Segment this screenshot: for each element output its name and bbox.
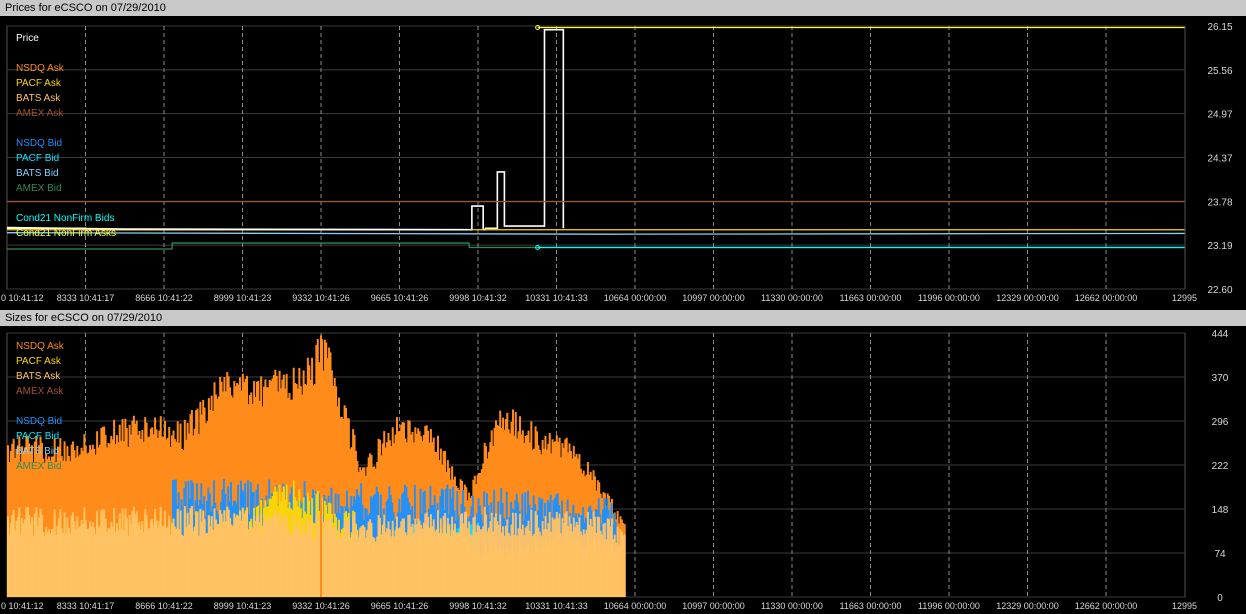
x-tick-label: 12662 00:00:00 [1075,601,1138,611]
legend-pacf-bid: PACF Bid [16,431,59,442]
x-tick-label: 11663 00:00:00 [840,293,902,303]
y-tick-label: 24.97 [1207,110,1232,121]
y-tick-label: 222 [1212,461,1229,472]
legend-amex-ask: AMEX Ask [16,386,64,397]
y-tick-label: 444 [1212,329,1229,340]
y-tick-label: 22.60 [1207,285,1232,296]
legend-cond21-nonfirm-asks: Cond21 NonFirm Asks [16,228,116,239]
legend-price: Price [16,33,39,44]
x-tick-label: 11663 00:00:00 [840,601,902,611]
x-tick-label: 10331 10:41:33 [525,601,588,611]
x-tick-label: 11330 00:00:00 [761,601,823,611]
legend-nsdq-ask: NSDQ Ask [16,341,65,352]
bar-nsdq-ask-peak [320,335,322,597]
x-tick-label: 0 10:41:12 [1,293,44,303]
y-tick-label: 23.78 [1207,197,1232,208]
x-tick-label: 12995 [1172,601,1197,611]
y-tick-label: 25.56 [1207,66,1232,77]
x-tick-label: 8333 10:41:17 [57,601,115,611]
x-tick-label: 9998 10:41:32 [449,293,507,303]
x-tick-label: 12329 00:00:00 [996,293,1059,303]
size-chart: 444 370 296 222 148 74 0 0 10:41:12 8333 10:41:1… [1,329,1229,611]
x-tick-label: 12662 00:00:00 [1075,293,1138,303]
price-chart: 26.15 25.56 24.97 24.37 23.78 23.19 22.60 0 10:… [1,22,1233,303]
y-tick-label: 74 [1214,549,1226,560]
x-tick-label: 11330 00:00:00 [761,293,823,303]
legend-bats-bid: BATS Bid [16,168,59,179]
x-tick-label: 11996 00:00:00 [918,293,980,303]
y-tick-label: 370 [1212,373,1229,384]
legend-bats-bid: BATS Bid [16,446,59,457]
legend-cond21-nonfirm-bids: Cond21 NonFirm Bids [16,213,114,224]
x-tick-label: 11996 00:00:00 [918,601,980,611]
y-tick-label: 24.37 [1207,154,1232,165]
y-tick-label: 0 [1217,593,1223,604]
y-tick-label: 23.19 [1207,241,1232,252]
x-tick-label: 12995 [1172,293,1197,303]
x-tick-label: 10664 00:00:00 [604,293,667,303]
legend-bats-ask: BATS Ask [16,93,61,104]
legend-amex-bid: AMEX Bid [16,183,62,194]
y-tick-label: 296 [1212,417,1229,428]
legend-nsdq-bid: NSDQ Bid [16,416,62,427]
x-tick-label: 8666 10:41:22 [135,601,193,611]
y-tick-label: 148 [1212,505,1229,516]
legend-nsdq-ask: NSDQ Ask [16,63,65,74]
x-tick-label: 9998 10:41:32 [449,601,507,611]
bar-bats-ask [623,534,626,597]
x-tick-label: 9332 10:41:26 [292,601,350,611]
legend-pacf-ask: PACF Ask [16,78,62,89]
size-panel-title: Sizes for eCSCO on 07/29/2010 [0,310,1246,326]
x-tick-label: 9665 10:41:26 [371,293,429,303]
x-tick-label: 8999 10:41:23 [214,293,272,303]
x-tick-label: 10331 10:41:33 [525,293,588,303]
series-line-bats-bid [6,232,1185,235]
legend-nsdq-bid: NSDQ Bid [16,138,62,149]
x-tick-label: 10997 00:00:00 [682,601,745,611]
legend-bats-ask: BATS Ask [16,371,61,382]
y-tick-label: 26.15 [1207,22,1232,33]
legend-amex-ask: AMEX Ask [16,108,64,119]
legend-pacf-bid: PACF Bid [16,153,59,164]
x-tick-label: 8666 10:41:22 [135,293,193,303]
x-tick-label: 10997 00:00:00 [682,293,745,303]
x-tick-label: 8999 10:41:23 [214,601,272,611]
x-tick-label: 12329 00:00:00 [996,601,1059,611]
x-tick-label: 9665 10:41:26 [371,601,429,611]
x-tick-label: 8333 10:41:17 [57,293,115,303]
x-tick-label: 0 10:41:12 [1,601,44,611]
x-tick-label: 9332 10:41:26 [292,293,350,303]
price-panel-title: Prices for eCSCO on 07/29/2010 [0,0,1246,16]
legend-amex-bid: AMEX Bid [16,461,62,472]
x-tick-label: 10664 00:00:00 [604,601,667,611]
series-line-price [7,28,565,231]
legend-pacf-ask: PACF Ask [16,356,62,367]
